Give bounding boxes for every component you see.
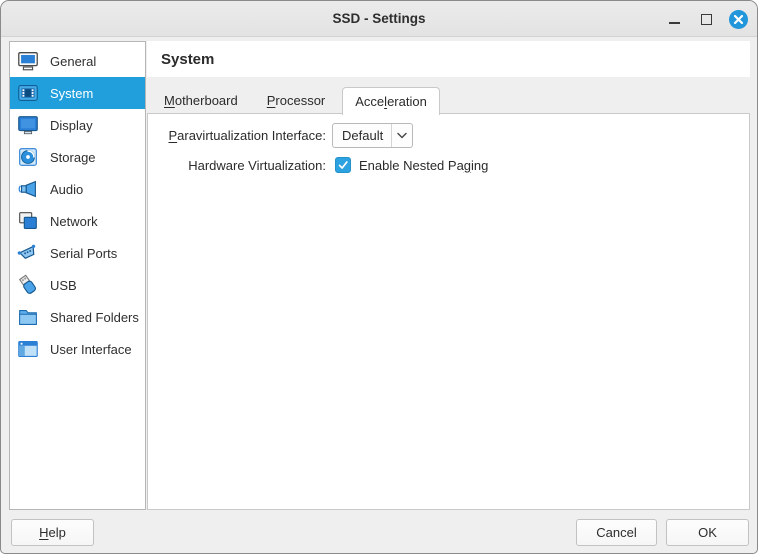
sidebar-item-label: User Interface	[50, 342, 132, 357]
sidebar-item-label: Display	[50, 118, 93, 133]
tab-acceleration[interactable]: Acceleration	[342, 87, 440, 115]
paravirtualization-selected-value: Default	[342, 128, 383, 143]
sidebar-item-label: USB	[50, 278, 77, 293]
paravirtualization-label: Paravirtualization Interface:	[148, 128, 326, 143]
sidebar-item-label: Serial Ports	[50, 246, 117, 261]
sidebar-item-audio[interactable]: Audio	[10, 173, 145, 205]
hardware-virtualization-row: Hardware Virtualization: Enable Nested P…	[148, 157, 749, 173]
sidebar-item-label: Audio	[50, 182, 83, 197]
network-icon	[15, 208, 41, 234]
ok-button[interactable]: OK	[666, 519, 749, 546]
sidebar-item-label: System	[50, 86, 93, 101]
system-icon	[15, 80, 41, 106]
user-interface-icon	[15, 336, 41, 362]
titlebar[interactable]: SSD - Settings	[1, 1, 757, 37]
storage-icon	[15, 144, 41, 170]
sidebar-item-label: Network	[50, 214, 98, 229]
checkmark-icon	[337, 159, 349, 171]
help-button[interactable]: Help	[11, 519, 94, 546]
serial-ports-icon	[15, 240, 41, 266]
page-title: System	[161, 51, 214, 68]
chevron-down-icon	[397, 132, 407, 139]
minimize-icon	[669, 22, 680, 24]
dropdown-separator	[391, 124, 392, 147]
maximize-icon	[701, 14, 712, 25]
window-title: SSD - Settings	[332, 11, 425, 26]
maximize-button[interactable]	[697, 10, 715, 28]
general-icon	[15, 48, 41, 74]
sidebar-item-user-interface[interactable]: User Interface	[10, 333, 145, 365]
shared-folders-icon	[15, 304, 41, 330]
sidebar-item-network[interactable]: Network	[10, 205, 145, 237]
close-button[interactable]	[729, 10, 748, 29]
tab-processor[interactable]: Processor	[255, 88, 338, 114]
page-header: System	[147, 41, 750, 77]
settings-category-list: General System	[9, 41, 146, 510]
settings-window: SSD - Settings	[0, 0, 758, 554]
sidebar-item-system[interactable]: System	[10, 77, 145, 109]
paravirtualization-row: Paravirtualization Interface: Default	[148, 123, 749, 148]
nested-paging-checkbox[interactable]	[335, 157, 351, 173]
sidebar-item-label: General	[50, 54, 96, 69]
usb-icon	[15, 272, 41, 298]
system-tabbar: Motherboard Processor Acceleration	[147, 87, 748, 114]
paravirtualization-select[interactable]: Default	[332, 123, 413, 148]
cancel-button[interactable]: Cancel	[576, 519, 657, 546]
hardware-virtualization-label: Hardware Virtualization:	[148, 158, 326, 173]
audio-icon	[15, 176, 41, 202]
nested-paging-label[interactable]: Enable Nested Paging	[359, 158, 488, 173]
acceleration-panel: Paravirtualization Interface: Default Ha…	[147, 113, 750, 510]
window-controls	[665, 1, 748, 37]
display-icon	[15, 112, 41, 138]
sidebar-item-usb[interactable]: USB	[10, 269, 145, 301]
minimize-button[interactable]	[665, 10, 683, 28]
close-icon	[733, 14, 744, 25]
sidebar-item-shared-folders[interactable]: Shared Folders	[10, 301, 145, 333]
sidebar-item-serial-ports[interactable]: Serial Ports	[10, 237, 145, 269]
sidebar-item-general[interactable]: General	[10, 45, 145, 77]
tab-motherboard[interactable]: Motherboard	[152, 88, 250, 114]
sidebar-item-storage[interactable]: Storage	[10, 141, 145, 173]
sidebar-item-label: Storage	[50, 150, 96, 165]
sidebar-item-label: Shared Folders	[50, 310, 139, 325]
sidebar-item-display[interactable]: Display	[10, 109, 145, 141]
